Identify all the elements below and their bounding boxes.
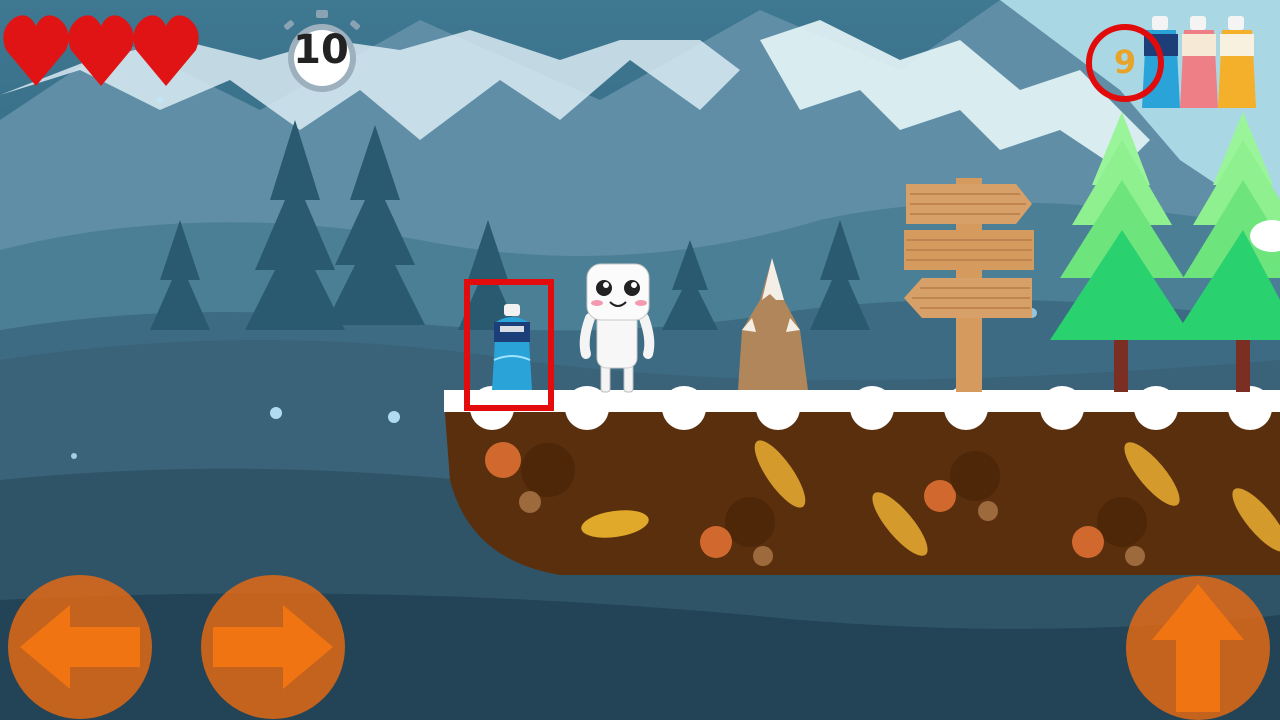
timer-value: 10 — [293, 27, 349, 73]
move-left-button[interactable] — [8, 575, 152, 719]
arrow-up-icon — [1152, 584, 1244, 712]
bottle-count: 9 — [1113, 43, 1137, 81]
floating-island — [444, 386, 1280, 575]
arrow-left-icon — [20, 605, 140, 689]
move-right-button[interactable] — [201, 575, 345, 719]
game-stage: 10 9 — [0, 0, 1280, 720]
arrow-right-icon — [213, 605, 333, 689]
game-scene — [0, 0, 1280, 720]
bottle-highlight-box — [464, 279, 554, 411]
jump-button[interactable] — [1126, 576, 1270, 720]
